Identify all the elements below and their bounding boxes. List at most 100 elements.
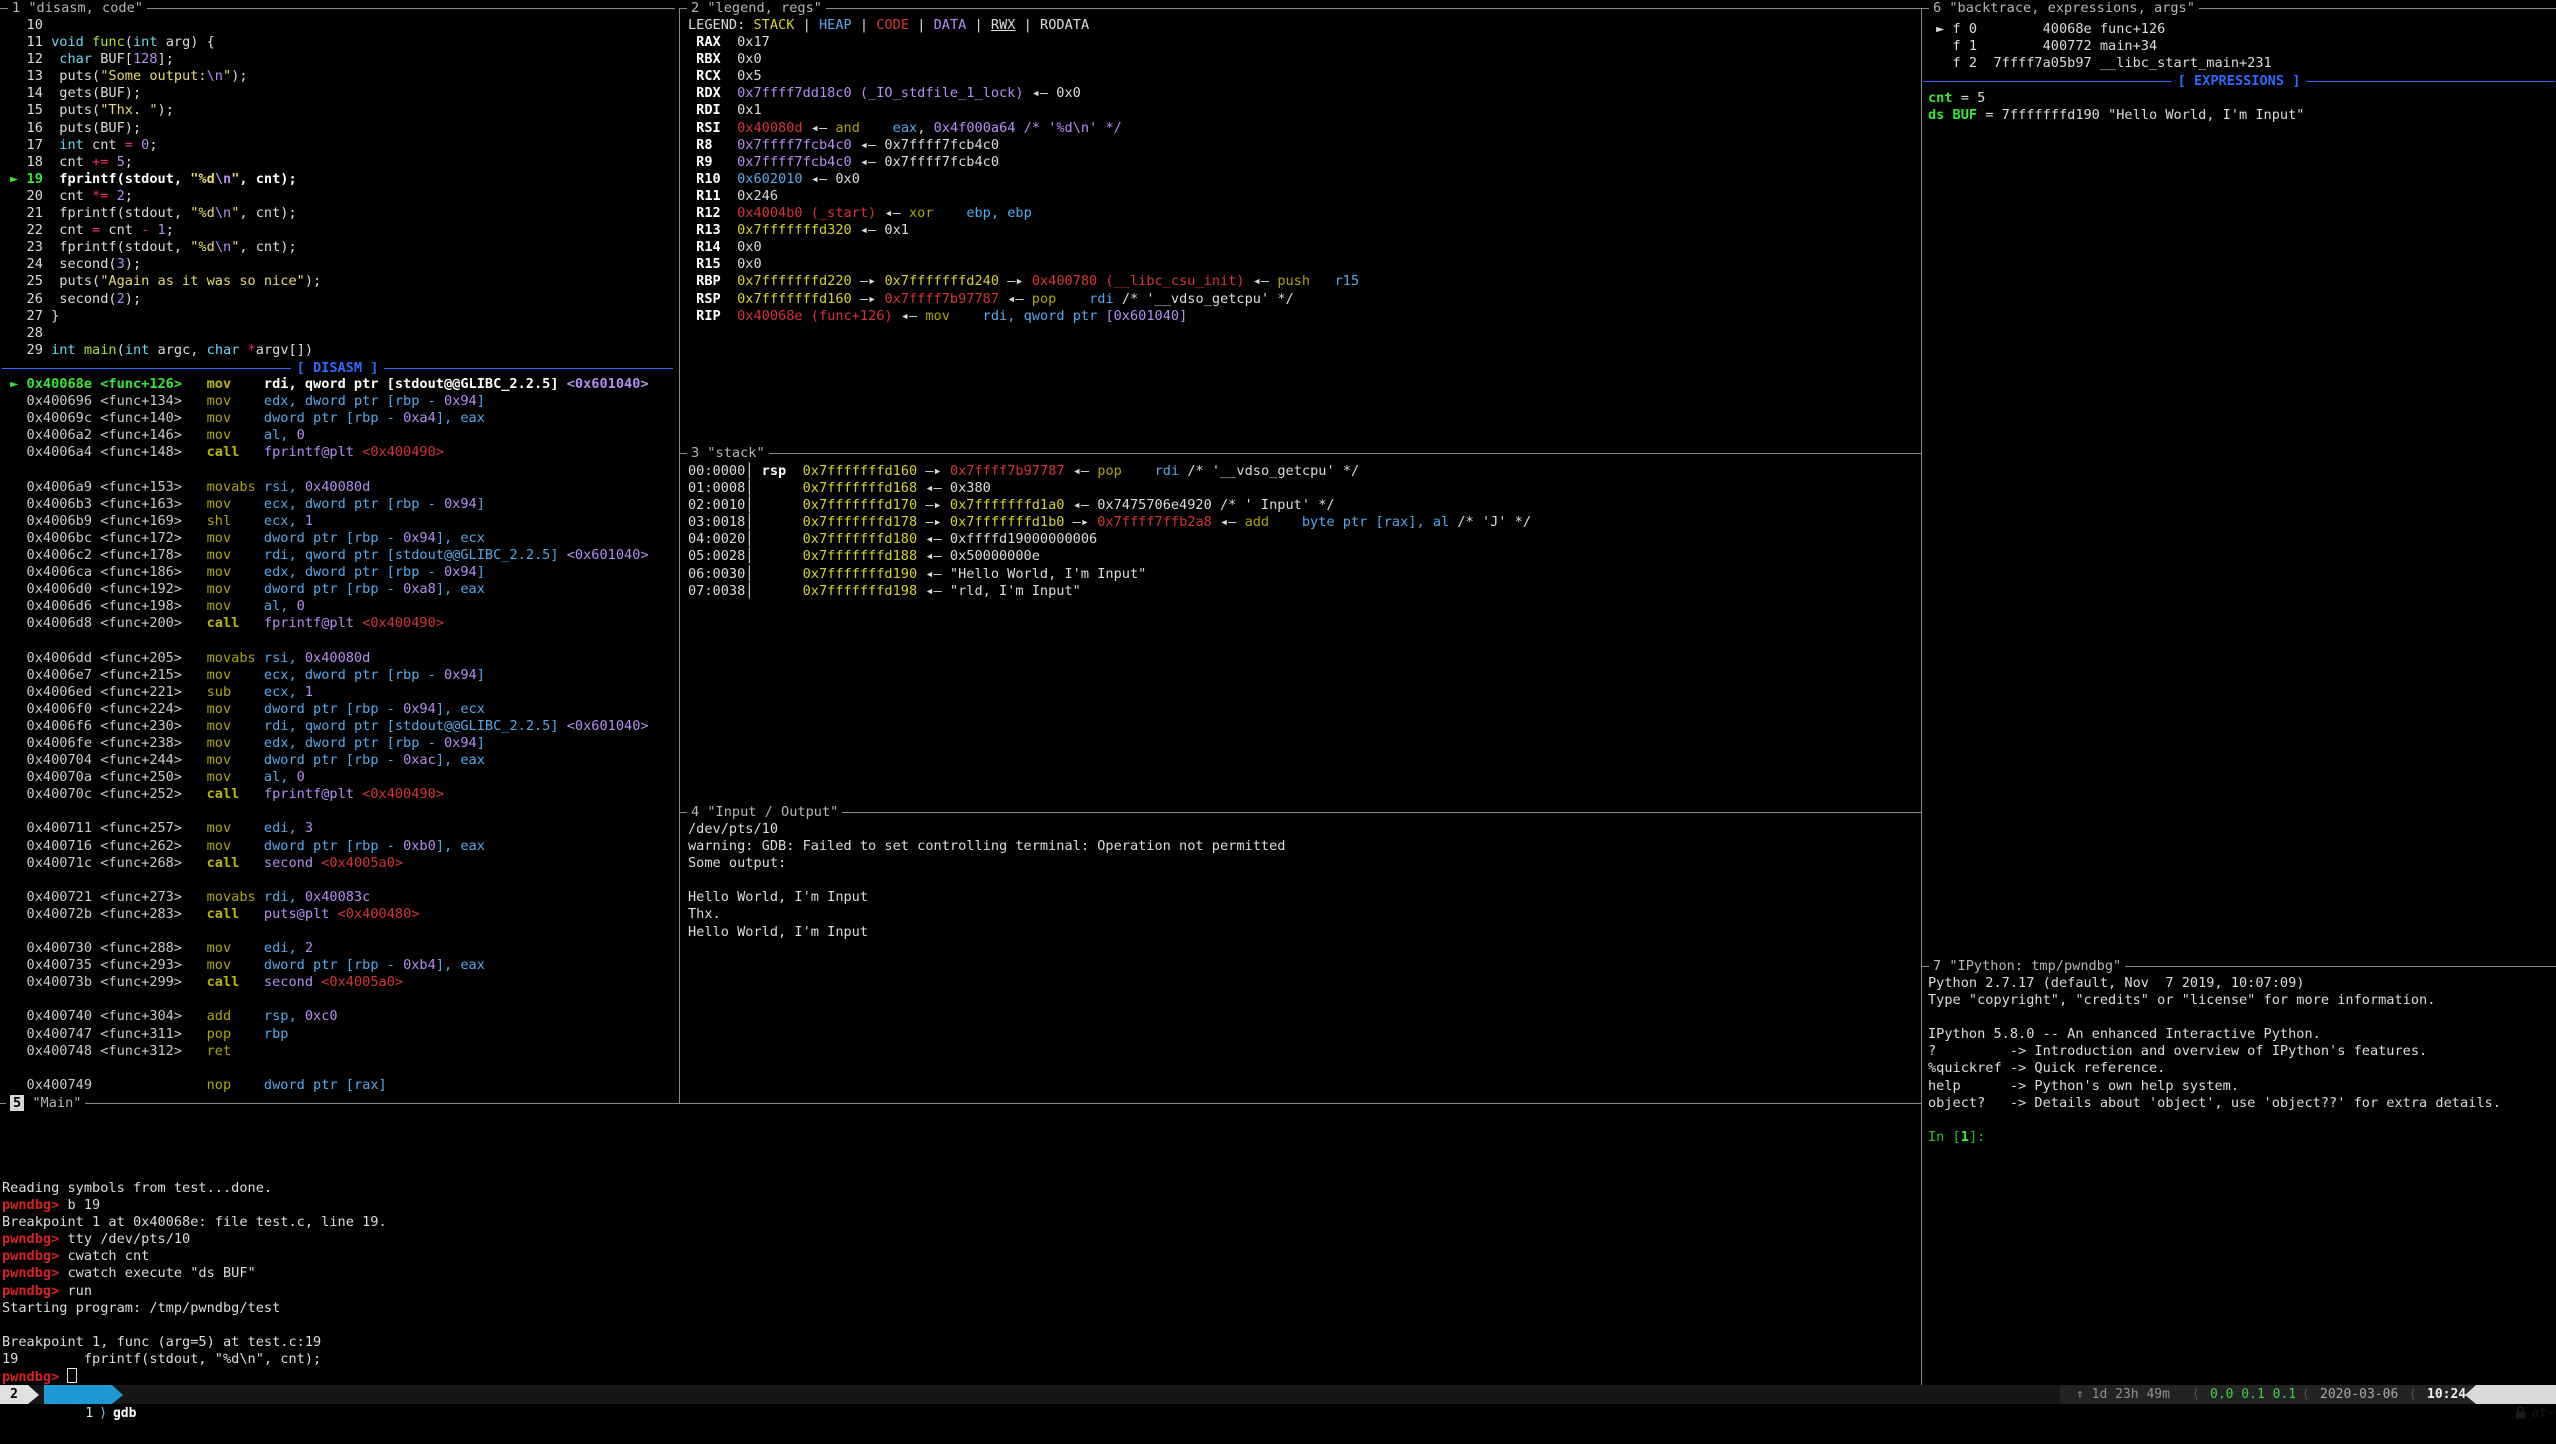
terminal-line: pwndbg> run (2, 1283, 1916, 1300)
terminal-line: R8 0x7ffff7fcb4c0 ◂— 0x7ffff7fcb4c0 (688, 137, 1916, 154)
terminal-line: 0x4006d0 <func+192> mov dword ptr [rbp -… (2, 581, 674, 598)
terminal-line: Python 2.7.17 (default, Nov 7 2019, 10:0… (1928, 975, 2552, 992)
terminal-line: LEGEND: STACK | HEAP | CODE | DATA | RWX… (688, 17, 1916, 34)
terminal-line: ds BUF = 7fffffffd190 "Hello World, I'm … (1928, 107, 2552, 124)
pane-legend-regs[interactable]: LEGEND: STACK | HEAP | CODE | DATA | RWX… (680, 0, 1921, 453)
gdb-console: Reading symbols from test...done.pwndbg>… (2, 1180, 1916, 1385)
terminal-line: RDX 0x7ffff7dd18c0 (_IO_stdfile_1_lock) … (688, 85, 1916, 102)
pane-main-gdb[interactable]: Reading symbols from test...done.pwndbg>… (0, 1103, 1921, 1385)
terminal-line: R13 0x7fffffffd320 ◂— 0x1 (688, 222, 1916, 239)
terminal-line (2, 872, 674, 889)
terminal-line: RCX 0x5 (688, 68, 1916, 85)
pane-io[interactable]: /dev/pts/10warning: GDB: Failed to set c… (680, 812, 1921, 1103)
terminal-line: Thx. (688, 906, 1916, 923)
terminal-line: Type "copyright", "credits" or "license"… (1928, 992, 2552, 1009)
terminal-line: 0x40072b <func+283> call puts@plt <0x400… (2, 906, 674, 923)
terminal-line: 0x40069c <func+140> mov dword ptr [rbp -… (2, 410, 674, 427)
terminal-line: 29 int main(int argc, char *argv[]) (2, 342, 674, 359)
terminal-line: Breakpoint 1 at 0x40068e: file test.c, l… (2, 1214, 1916, 1231)
pane-header-io: 4 "Input / Output" (687, 804, 842, 821)
powerline-arrow-icon (112, 1385, 123, 1404)
terminal-line: 19 fprintf(stdout, "%d\n", cnt); (2, 1351, 1916, 1368)
terminal-line: object? -> Details about 'object', use '… (1928, 1095, 2552, 1112)
expressions-separator: [ EXPRESSIONS ] (1923, 81, 2555, 82)
terminal-line: 0x4006d8 <func+200> call fprintf@plt <0x… (2, 615, 674, 632)
session-segment[interactable]: 2 (0, 1385, 28, 1404)
terminal-line: pwndbg> b 19 (2, 1197, 1916, 1214)
terminal-line: 21 fprintf(stdout, "%d\n", cnt); (2, 205, 674, 222)
terminal-line: 0x4006bc <func+172> mov dword ptr [rbp -… (2, 530, 674, 547)
terminal-line (2, 803, 674, 820)
terminal-line: 02:0010│ 0x7fffffffd170 —▸ 0x7fffffffd1a… (688, 497, 1916, 514)
stack-listing: 00:0000│ rsp 0x7fffffffd160 —▸ 0x7ffff7b… (688, 463, 1916, 600)
terminal-line: 20 cnt *= 2; (2, 188, 674, 205)
pane-header-backtrace: 6 "backtrace, expressions, args" (1929, 0, 2199, 17)
terminal-line: pwndbg> tty /dev/pts/10 (2, 1231, 1916, 1248)
terminal-line: 0x400704 <func+244> mov dword ptr [rbp -… (2, 752, 674, 769)
status-date: 2020-03-06 (2320, 1385, 2398, 1404)
terminal-line: 0x4006dd <func+205> movabs rsi, 0x40080d (2, 650, 674, 667)
terminal-line: 05:0028│ 0x7fffffffd188 ◂— 0x50000000e (688, 548, 1916, 565)
terminal-line: ► f 0 40068e func+126 (1928, 21, 2552, 38)
terminal-line: 0x400749 nop dword ptr [rax] (2, 1077, 674, 1094)
active-pane-number: 5 (10, 1095, 24, 1111)
terminal-line: Hello World, I'm Input (688, 889, 1916, 906)
terminal-line: 0x40073b <func+299> call second <0x4005a… (2, 974, 674, 991)
chevron-separator-icon: ⟨ (2409, 1385, 2417, 1404)
terminal-line: 0x400711 <func+257> mov edi, 3 (2, 820, 674, 837)
status-uptime: ↑ 1d 23h 49m (2076, 1385, 2170, 1404)
terminal-line: 17 int cnt = 0; (2, 137, 674, 154)
terminal-line: RAX 0x17 (688, 34, 1916, 51)
text-cursor (67, 1368, 77, 1383)
terminal-line: R12 0x4004b0 (_start) ◂— xor ebp, ebp (688, 205, 1916, 222)
pane-header-disasm-code: 1 "disasm, code" (8, 0, 147, 17)
terminal-line: %quickref -> Quick reference. (1928, 1060, 2552, 1077)
terminal-line: 0x4006e7 <func+215> mov ecx, dword ptr [… (2, 667, 674, 684)
terminal-line: 25 puts("Again as it was so nice"); (2, 273, 674, 290)
io-output: /dev/pts/10warning: GDB: Failed to set c… (688, 821, 1916, 941)
terminal-line: RSP 0x7fffffffd160 —▸ 0x7ffff7b97787 ◂— … (688, 291, 1916, 308)
terminal-line: 14 gets(BUF); (2, 85, 674, 102)
terminal-line: 10 (2, 17, 674, 34)
terminal-line: In [1]: (1928, 1129, 2552, 1146)
terminal-line: 0x4006d6 <func+198> mov al, 0 (2, 598, 674, 615)
tmux-status-bar: 2 1⟩gdb ↑ 1d 23h 49m ⟨ 0.0 0.1 0.1 ⟨ 202… (0, 1385, 2556, 1404)
terminal-line: 0x400747 <func+311> pop rbp (2, 1026, 674, 1043)
pane-disasm-code[interactable]: 10 11 void func(int arg) { 12 char BUF[1… (0, 0, 675, 1103)
pane-header-stack: 3 "stack" (687, 445, 769, 462)
terminal-line (2, 1060, 674, 1077)
terminal-line: 0x4006b3 <func+163> mov ecx, dword ptr [… (2, 496, 674, 513)
terminal-line: RSI 0x40080d ◂— and eax, 0x4f000a64 /* '… (688, 120, 1916, 137)
terminal-line: RDI 0x1 (688, 102, 1916, 119)
terminal-line (2, 1317, 1916, 1334)
terminal-line: 07:0038│ 0x7fffffffd198 ◂— "rld, I'm Inp… (688, 583, 1916, 600)
terminal-line (2, 991, 674, 1008)
terminal-line: Some output: (688, 855, 1916, 872)
terminal-line (2, 461, 674, 478)
terminal-line: 0x400721 <func+273> movabs rdi, 0x40083c (2, 889, 674, 906)
terminal-line: pwndbg> cwatch cnt (2, 1248, 1916, 1265)
chevron-separator-icon: ⟨ (2192, 1385, 2200, 1404)
terminal-line: 23 fprintf(stdout, "%d\n", cnt); (2, 239, 674, 256)
terminal-line: cnt = 5 (1928, 90, 2552, 107)
pane-stack[interactable]: 00:0000│ rsp 0x7fffffffd160 —▸ 0x7ffff7b… (680, 453, 1921, 812)
status-load-average: 0.0 0.1 0.1 (2210, 1385, 2296, 1404)
pane-ipython[interactable]: Python 2.7.17 (default, Nov 7 2019, 10:0… (1922, 966, 2556, 1385)
terminal-line: 11 void func(int arg) { (2, 34, 674, 51)
terminal-line: 00:0000│ rsp 0x7fffffffd160 —▸ 0x7ffff7b… (688, 463, 1916, 480)
ipython-console: Python 2.7.17 (default, Nov 7 2019, 10:0… (1928, 975, 2552, 1146)
window-tab-gdb[interactable]: 1⟩gdb (44, 1385, 112, 1404)
disasm-separator: [ DISASM ] (2, 368, 673, 369)
terminal-line: f 2 7ffff7a05b97 __libc_start_main+231 (1928, 55, 2552, 72)
terminal-line: pwndbg> cwatch execute "ds BUF" (2, 1265, 1916, 1282)
terminal-line: RIP 0x40068e (func+126) ◂— mov rdi, qwor… (688, 308, 1916, 325)
terminal-line: Starting program: /tmp/pwndbg/test (2, 1300, 1916, 1317)
terminal-line: 15 puts("Thx. "); (2, 102, 674, 119)
terminal-line: R11 0x246 (688, 188, 1916, 205)
pane-backtrace[interactable]: ► f 0 40068e func+126 f 1 400772 main+34… (1922, 0, 2556, 966)
terminal-line: f 1 400772 main+34 (1928, 38, 2552, 55)
terminal-line: 24 second(3); (2, 256, 674, 273)
terminal-line (1928, 1009, 2552, 1026)
terminal-line: help -> Python's own help system. (1928, 1078, 2552, 1095)
terminal-line: RBX 0x0 (688, 51, 1916, 68)
